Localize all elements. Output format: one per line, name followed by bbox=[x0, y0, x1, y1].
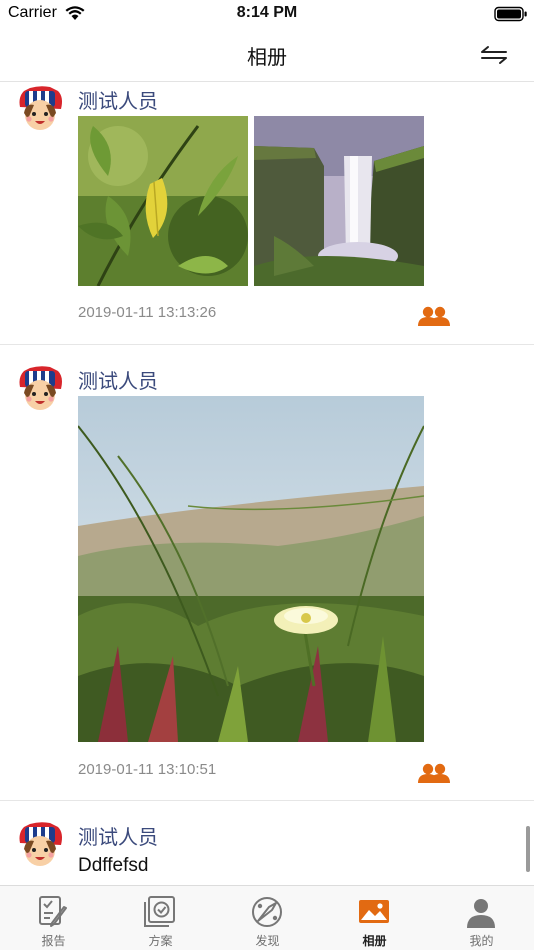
tab-discover[interactable]: 发现 bbox=[214, 886, 321, 950]
report-icon bbox=[39, 896, 67, 927]
tab-report[interactable]: 报告 bbox=[0, 886, 107, 950]
post-text: Ddffefsd bbox=[78, 855, 149, 876]
discover-icon bbox=[252, 897, 282, 927]
waterfall-photo[interactable] bbox=[254, 116, 424, 286]
scroll-indicator[interactable] bbox=[526, 826, 530, 872]
tab-album[interactable]: 相册 bbox=[321, 886, 428, 950]
battery-icon bbox=[494, 6, 527, 22]
album-icon bbox=[359, 900, 389, 923]
post-author-name[interactable]: 测试人员 bbox=[78, 821, 158, 850]
tab-label: 相册 bbox=[362, 934, 387, 948]
status-bar: Carrier 8:14 PM bbox=[0, 0, 534, 28]
nav-bar: 相册 bbox=[0, 28, 534, 82]
post-author-name[interactable]: 测试人员 bbox=[78, 365, 158, 394]
avatar[interactable] bbox=[14, 819, 66, 871]
group-icon[interactable] bbox=[417, 762, 451, 784]
flower-grass-photo[interactable] bbox=[78, 396, 424, 742]
avatar[interactable] bbox=[14, 83, 66, 135]
post-author-name[interactable]: 测试人员 bbox=[78, 85, 158, 114]
clock: 8:14 PM bbox=[236, 4, 298, 21]
tab-profile[interactable]: 我的 bbox=[428, 886, 534, 950]
tab-label: 我的 bbox=[469, 934, 494, 948]
leaf-photo[interactable] bbox=[78, 116, 248, 286]
tab-label: 方案 bbox=[148, 934, 173, 948]
plan-icon bbox=[144, 896, 175, 927]
tab-label: 报告 bbox=[41, 934, 66, 948]
swap-arrows-icon bbox=[481, 46, 507, 64]
post-item: 测试人员 2019-01-11 13:13:26 bbox=[0, 83, 534, 345]
group-icon[interactable] bbox=[417, 305, 451, 327]
post-timestamp: 2019-01-11 13:10:51 bbox=[78, 761, 217, 778]
profile-icon bbox=[467, 899, 495, 928]
tab-bar: 报告 方案 发现 相册 我的 bbox=[0, 885, 534, 950]
album-feed[interactable]: 测试人员 2019-01-11 13:13:26 测试人员 2019-01-11… bbox=[0, 83, 534, 885]
post-item: 测试人员 Ddffefsd bbox=[0, 801, 534, 885]
avatar[interactable] bbox=[14, 363, 66, 415]
page-title: 相册 bbox=[247, 45, 287, 69]
post-item: 测试人员 2019-01-11 13:10:51 bbox=[0, 345, 534, 801]
post-timestamp: 2019-01-11 13:13:26 bbox=[78, 304, 217, 321]
swap-button[interactable] bbox=[472, 40, 516, 70]
tab-plan[interactable]: 方案 bbox=[107, 886, 214, 950]
tab-label: 发现 bbox=[255, 934, 280, 948]
